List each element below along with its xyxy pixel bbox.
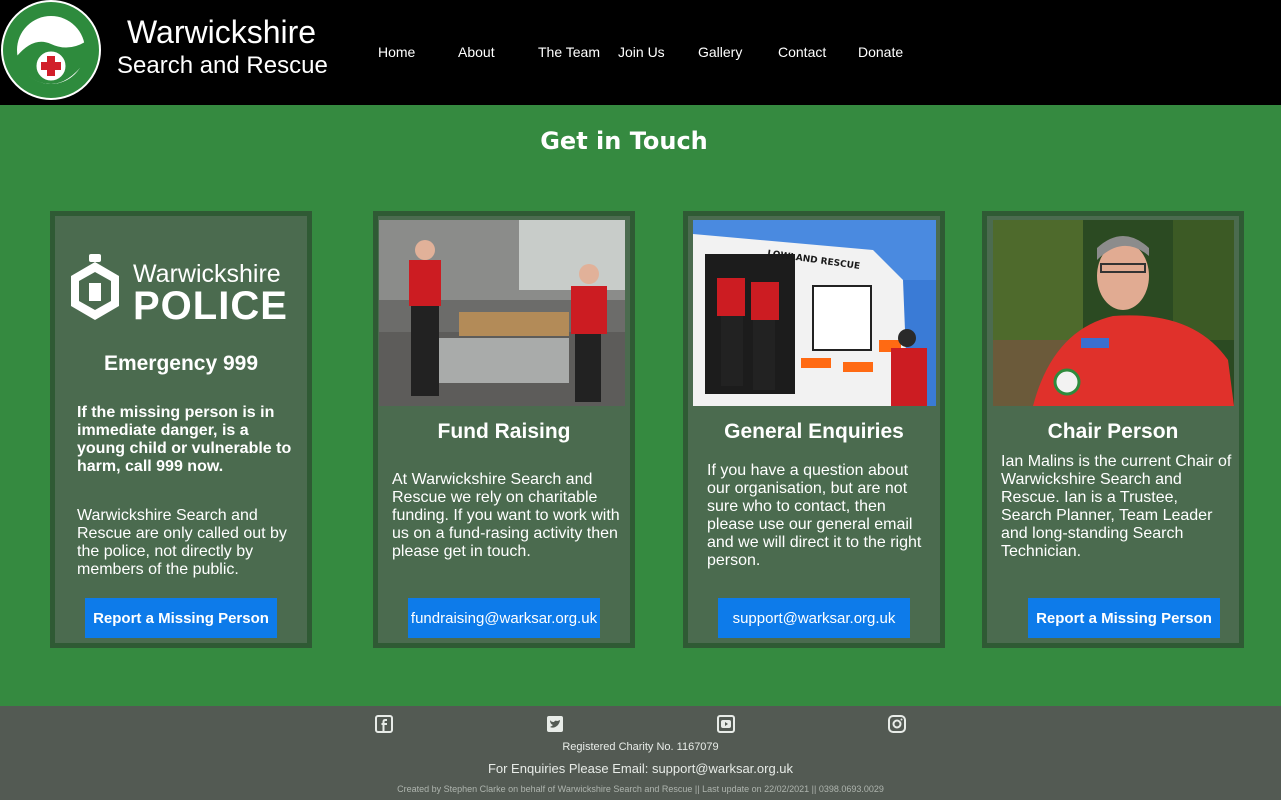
card-fund-raising: Fund Raising At Warwickshire Search and … [373, 211, 635, 648]
card-text: Warwickshire Search and Rescue are only … [77, 507, 287, 578]
warwickshire-sar-logo[interactable] [0, 0, 102, 100]
police-logo-line2: POLICE [133, 284, 288, 328]
nav-gallery[interactable]: Gallery [698, 44, 742, 60]
site-subtitle[interactable]: Search and Rescue [117, 52, 328, 80]
card-bold-text: If the missing person is in immediate da… [77, 404, 292, 475]
support-email-button[interactable]: support@warksar.org.uk [718, 598, 910, 638]
report-missing-person-button[interactable]: Report a Missing Person [1028, 598, 1220, 638]
section-title: Get in Touch [540, 127, 708, 155]
report-missing-person-button[interactable]: Report a Missing Person [85, 598, 277, 638]
nav-home[interactable]: Home [378, 44, 415, 60]
card-text: Ian Malins is the current Chair of Warwi… [1001, 453, 1232, 560]
card-text: If you have a question about our organis… [707, 462, 922, 569]
card-emergency: Warwickshire POLICE Emergency 999 If the… [50, 211, 312, 648]
charity-number: Registered Charity No. 1167079 [562, 741, 719, 753]
card-title: Fund Raising [437, 420, 571, 443]
police-logo: Warwickshire POLICE [63, 250, 299, 330]
card-chair-person: Chair Person Ian Malins is the current C… [982, 211, 1244, 648]
nav-contact[interactable]: Contact [778, 44, 826, 60]
card-title: Emergency 999 [103, 352, 259, 375]
footer-credits: Created by Stephen Clarke on behalf of W… [397, 784, 884, 794]
nav-about[interactable]: About [458, 44, 495, 60]
fundraising-email-button[interactable]: fundraising@warksar.org.uk [408, 598, 600, 638]
incident-control-van-photo: LOWLAND RESCUE [693, 220, 936, 406]
enquiries-email[interactable]: For Enquiries Please Email: support@wark… [0, 761, 1281, 776]
instagram-icon[interactable] [887, 714, 907, 734]
twitter-icon[interactable] [545, 714, 565, 734]
youtube-icon[interactable] [716, 714, 736, 734]
card-general-enquiries: LOWLAND RESCUE General Enquiries If you … [683, 211, 945, 648]
police-crest-icon [71, 254, 119, 320]
site-header: Warwickshire Search and Rescue Home Abou… [0, 0, 1281, 105]
facebook-icon[interactable] [374, 714, 394, 734]
nav-the-team[interactable]: The Team [538, 44, 600, 60]
card-title: General Enquiries [724, 420, 904, 443]
card-text: At Warwickshire Search and Rescue we rel… [392, 471, 620, 560]
site-footer: Registered Charity No. 1167079 For Enqui… [0, 706, 1281, 800]
nav-donate[interactable]: Donate [858, 44, 903, 60]
fundraising-photo [379, 220, 625, 406]
chair-person-photo [993, 220, 1234, 406]
nav-join-us[interactable]: Join Us [618, 44, 665, 60]
card-title: Chair Person [1047, 420, 1179, 443]
site-title[interactable]: Warwickshire [127, 14, 316, 51]
